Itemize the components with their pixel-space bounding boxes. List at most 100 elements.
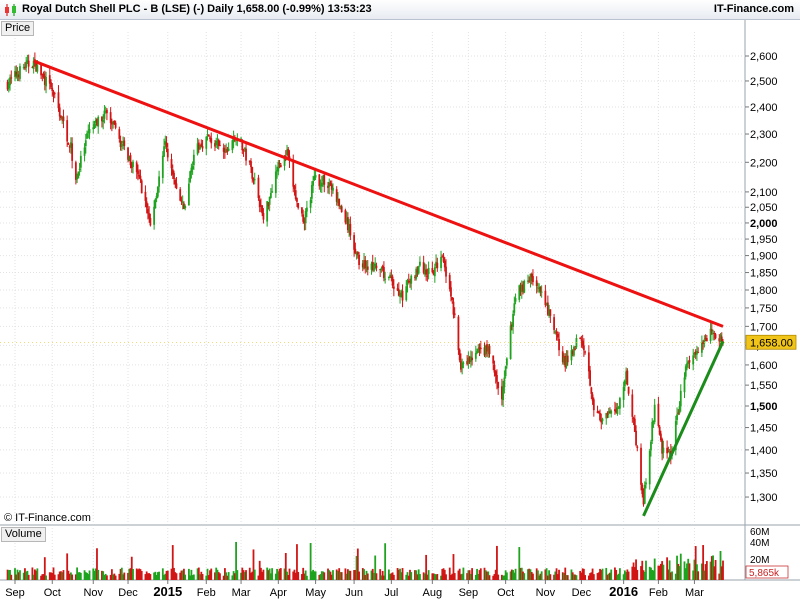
- candle-body: [458, 349, 461, 361]
- candle-body: [189, 171, 192, 182]
- candle-body: [201, 146, 204, 149]
- volume-bar: [549, 574, 552, 580]
- volume-bar: [297, 571, 300, 580]
- candle-body: [62, 116, 65, 122]
- x-tick-label: Dec: [118, 587, 138, 599]
- candle-body: [358, 254, 360, 266]
- candle-body: [641, 484, 644, 494]
- volume-bar: [305, 575, 308, 580]
- candle-body: [589, 370, 591, 386]
- candle-body: [305, 207, 308, 212]
- candle-body: [262, 212, 265, 220]
- candle-body: [440, 256, 442, 268]
- volume-axis-label: 60M: [750, 527, 769, 538]
- candle-body: [431, 268, 434, 273]
- candle-body: [658, 426, 661, 435]
- candle-body: [253, 179, 256, 181]
- candle-body: [78, 168, 81, 170]
- candle-body: [512, 313, 514, 327]
- candle-body: [676, 414, 678, 421]
- y-tick-label: 1,550: [750, 380, 778, 392]
- volume-bar: [62, 570, 65, 580]
- y-tick-label: 1,900: [750, 251, 778, 263]
- candle-body: [279, 164, 282, 168]
- candle-body: [205, 136, 208, 149]
- candle-body: [102, 119, 105, 122]
- candle-body: [278, 162, 281, 164]
- volume-bar: [79, 572, 82, 580]
- candle-body: [132, 161, 134, 167]
- price-chart[interactable]: 2,600 2,500 2,400 2,300 2,200 2,100 2,050 2,000…: [0, 0, 800, 600]
- candle-body: [45, 76, 47, 87]
- candle-body: [77, 171, 80, 179]
- candle-body: [705, 338, 708, 342]
- candle-body: [513, 303, 516, 313]
- candle-body: [71, 143, 74, 161]
- candle-body: [207, 134, 210, 136]
- candle-body: [304, 210, 307, 224]
- candle-body: [453, 313, 456, 316]
- x-tick-label: 2015: [153, 584, 182, 599]
- volume-bar: [479, 568, 482, 580]
- candle-body: [662, 447, 665, 453]
- candle-body: [415, 268, 418, 279]
- y-tick-label: 1,950: [750, 234, 778, 246]
- candle-body: [67, 142, 70, 145]
- candle-body: [474, 352, 477, 359]
- y-tick-label: 1,350: [750, 468, 778, 480]
- candle-body: [191, 166, 194, 170]
- volume-bar: [566, 575, 569, 580]
- candle-body: [653, 404, 656, 423]
- volume-bar: [210, 568, 213, 580]
- candle-body: [433, 267, 436, 277]
- candle-body: [261, 205, 264, 214]
- volume-bar: [158, 571, 160, 580]
- volume-bar: [192, 574, 195, 580]
- volume-bar: [488, 575, 491, 580]
- candle-body: [684, 366, 687, 377]
- candle-body: [635, 430, 637, 446]
- candle-body: [471, 357, 473, 361]
- candle-body: [631, 394, 634, 417]
- last-price-label: 1,658.00: [750, 337, 793, 349]
- x-tick-label: Feb: [649, 587, 668, 599]
- candle-body: [397, 289, 400, 296]
- volume-bar: [471, 568, 473, 580]
- volume-bar: [19, 570, 21, 580]
- candle-body: [366, 266, 369, 270]
- volume-bar: [349, 570, 352, 580]
- candle-body: [479, 347, 482, 350]
- candle-body: [219, 145, 221, 147]
- volume-axis-label: 20M: [750, 555, 769, 566]
- candle-body: [356, 252, 359, 255]
- volume-bar: [540, 571, 543, 580]
- candle-body: [549, 309, 552, 316]
- candle-body: [161, 155, 164, 178]
- candle-body: [636, 446, 639, 449]
- volume-bar: [227, 572, 230, 580]
- watermark: © IT-Finance.com: [4, 512, 91, 524]
- candle-body: [310, 185, 313, 199]
- x-tick-label: Sep: [5, 587, 25, 599]
- volume-bar: [645, 560, 647, 580]
- volume-bar: [71, 574, 74, 580]
- y-tick-label: 2,100: [750, 187, 778, 199]
- candle-body: [250, 161, 252, 168]
- candle-body: [145, 201, 148, 208]
- volume-bar: [219, 573, 221, 580]
- candle-body: [92, 127, 95, 130]
- candle-body: [97, 116, 100, 127]
- candle-body: [679, 390, 682, 407]
- x-tick-label: Oct: [497, 587, 514, 599]
- candle-body: [703, 339, 706, 344]
- candle-body: [553, 317, 555, 330]
- candle-body: [406, 280, 409, 286]
- volume-bar: [653, 558, 656, 580]
- candle-body: [555, 332, 558, 334]
- candle-body: [619, 398, 621, 409]
- candle-body: [380, 268, 383, 270]
- candle-body: [601, 418, 604, 422]
- volume-bar: [619, 568, 621, 580]
- candle-body: [405, 286, 408, 301]
- candle-body: [58, 107, 61, 117]
